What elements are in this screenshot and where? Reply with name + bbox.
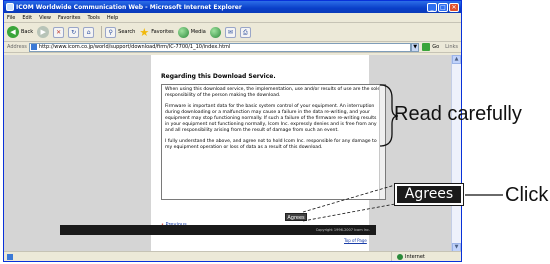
terms-paragraph: Firmware is important data for the basic… (165, 104, 377, 133)
menu-help[interactable]: Help (107, 15, 118, 21)
print-icon: ⎙ (239, 26, 251, 38)
links-button[interactable]: Links (445, 44, 458, 50)
refresh-button[interactable]: ↻ (68, 26, 80, 38)
media-label: Media (190, 29, 206, 35)
print-button[interactable]: ⎙ (239, 26, 251, 38)
back-button[interactable]: ◀ Back (7, 26, 33, 38)
search-label: Search (118, 29, 136, 35)
refresh-icon: ↻ (68, 26, 80, 38)
minimize-button[interactable]: _ (427, 2, 437, 12)
stop-icon: ✕ (53, 26, 65, 38)
title-bar: ICOM Worldwide Communication Web - Micro… (4, 1, 461, 13)
address-input[interactable]: http://www.icom.co.jp/world/support/down… (28, 42, 412, 52)
top-of-page-link[interactable]: Top of Page (344, 238, 367, 243)
home-icon: ⌂ (83, 26, 95, 38)
page-viewport: Regarding this Download Service. When us… (4, 55, 461, 252)
favorites-star-icon: ★ (139, 25, 150, 39)
status-bar: Internet (4, 251, 461, 261)
window-title: ICOM Worldwide Communication Web - Micro… (16, 3, 242, 11)
read-carefully-label: Read carefully (394, 103, 522, 125)
copyright-text: Copyright 1996-2007 Icom Inc. (315, 228, 370, 232)
address-url: http://www.icom.co.jp/world/support/down… (38, 44, 231, 50)
scroll-up-icon[interactable]: ▲ (452, 55, 461, 64)
zone-label: Internet (405, 253, 425, 260)
media-icon (177, 26, 189, 38)
menu-bar: File Edit View Favorites Tools Help (4, 13, 461, 23)
menu-file[interactable]: File (7, 15, 15, 21)
history-button[interactable] (209, 26, 221, 38)
page-footer: Copyright 1996-2007 Icom Inc. (60, 225, 376, 235)
search-icon: ⚲ (105, 26, 117, 38)
page-scrollbar[interactable]: ▲ ▼ (451, 55, 461, 252)
terms-scrollbar[interactable] (379, 85, 385, 199)
menu-tools[interactable]: Tools (88, 15, 100, 21)
terms-paragraph: When using this download service, the im… (165, 87, 381, 98)
favorites-button[interactable]: ★ Favorites (139, 26, 173, 39)
security-zone: Internet (391, 252, 461, 261)
click-label: Click (505, 184, 549, 206)
menu-view[interactable]: View (39, 15, 51, 21)
maximize-button[interactable]: □ (438, 2, 448, 12)
stop-button[interactable]: ✕ (53, 26, 65, 38)
agrees-button-enlarged: Agrees (394, 183, 464, 206)
page-column: Regarding this Download Service. When us… (151, 55, 386, 252)
mail-icon: ✉ (224, 26, 236, 38)
address-label: Address (7, 44, 27, 50)
back-arrow-icon: ◀ (7, 26, 19, 38)
close-button[interactable]: ✕ (449, 2, 459, 12)
mail-button[interactable]: ✉ (224, 26, 236, 38)
go-arrow-icon[interactable] (422, 43, 431, 51)
toolbar-separator (101, 26, 103, 38)
address-bar: Address http://www.icom.co.jp/world/supp… (4, 42, 461, 53)
terms-paragraph: I fully understand the above, and agree … (165, 139, 377, 150)
history-icon (209, 26, 221, 38)
terms-box[interactable]: When using this download service, the im… (161, 84, 386, 200)
menu-edit[interactable]: Edit (22, 15, 32, 21)
home-button[interactable]: ⌂ (83, 26, 95, 38)
left-margin (4, 55, 151, 252)
favorites-label: Favorites (151, 29, 174, 35)
menu-favorites[interactable]: Favorites (58, 15, 81, 21)
browser-window: ICOM Worldwide Communication Web - Micro… (3, 0, 462, 262)
forward-button[interactable]: ▶ (37, 26, 50, 38)
media-button[interactable]: Media (177, 26, 206, 38)
status-page-icon (7, 253, 13, 260)
address-dropdown-icon[interactable]: ▼ (411, 42, 420, 52)
page-heading: Regarding this Download Service. (161, 73, 276, 80)
ie-app-icon (6, 3, 14, 11)
internet-zone-icon (397, 253, 403, 260)
agrees-button[interactable]: Agrees (285, 213, 307, 221)
go-button[interactable]: Go (432, 44, 439, 50)
search-button[interactable]: ⚲ Search (105, 26, 136, 38)
toolbar: ◀ Back ▶ ✕ ↻ ⌂ ⚲ Search ★ Favorites Medi… (4, 23, 461, 42)
back-label: Back (21, 29, 34, 35)
page-icon (30, 44, 37, 50)
forward-arrow-icon: ▶ (37, 26, 50, 38)
